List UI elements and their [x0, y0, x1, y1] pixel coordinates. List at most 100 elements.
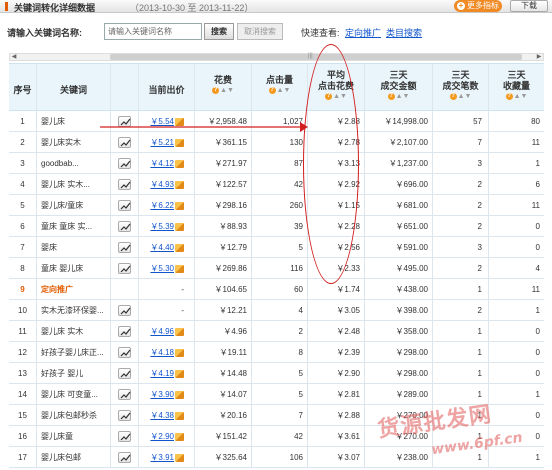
- 3day-favorites: 1: [535, 390, 540, 399]
- trend-chart-icon[interactable]: [118, 431, 131, 442]
- trend-chart-icon[interactable]: [118, 410, 131, 421]
- col-keyword: 关键词: [37, 64, 111, 110]
- row-number: 7: [9, 237, 37, 257]
- scroll-left-icon[interactable]: ◀: [10, 54, 18, 60]
- 3day-count: 1: [433, 342, 489, 362]
- trend-chart-icon[interactable]: [118, 179, 131, 190]
- edit-bid-icon[interactable]: [175, 348, 184, 357]
- bid-value[interactable]: ￥4.38: [150, 411, 174, 420]
- edit-bid-icon[interactable]: [175, 390, 184, 399]
- col-no: 序号: [9, 64, 37, 110]
- quick-link-category[interactable]: 类目搜索: [386, 26, 422, 39]
- sort-icons[interactable]: ? ▲▼: [252, 87, 307, 94]
- bid-value[interactable]: ￥4.93: [150, 180, 174, 189]
- trend-cell: [111, 342, 139, 362]
- bid-cell: ￥4.96: [139, 321, 195, 341]
- row-number: 4: [9, 174, 37, 194]
- bid-value[interactable]: ￥3.90: [150, 390, 174, 399]
- table-row: 6 童床 童床 实... ￥5.39 ￥88.93 39 ￥2.28 ￥651.00 2 0: [9, 216, 544, 237]
- plus-icon: +: [457, 1, 465, 10]
- edit-bid-icon[interactable]: [175, 222, 184, 231]
- trend-chart-icon[interactable]: [118, 389, 131, 400]
- edit-bid-icon[interactable]: [175, 432, 184, 441]
- 3day-count: 3: [433, 153, 489, 173]
- help-icon: ?: [268, 87, 276, 94]
- trend-chart-icon[interactable]: [118, 242, 131, 253]
- cost: ￥88.93: [195, 216, 252, 236]
- bid-value[interactable]: ￥4.96: [150, 327, 174, 336]
- page: 关键词转化详细数据 （2013-10-30 至 2013-11-22） + 更多…: [0, 0, 552, 470]
- edit-bid-icon[interactable]: [175, 453, 184, 462]
- scrollbar-grip: |||: [308, 53, 313, 59]
- bid-value[interactable]: ￥6.22: [150, 201, 174, 210]
- trend-chart-icon[interactable]: [118, 221, 131, 232]
- bid-cell: ￥4.93: [139, 174, 195, 194]
- bid-cell: ￥3.91: [139, 447, 195, 467]
- 3day-count: 2: [433, 174, 489, 194]
- sort-icons[interactable]: ? ▲▼: [433, 93, 488, 100]
- bid-value[interactable]: ￥2.90: [150, 432, 174, 441]
- col-3day-favorites[interactable]: 三天 收藏量 ? ▲▼: [489, 64, 544, 110]
- bid-value[interactable]: ￥4.19: [150, 369, 174, 378]
- search-button[interactable]: 搜索: [204, 23, 234, 40]
- edit-bid-icon[interactable]: [175, 411, 184, 420]
- cancel-search-button[interactable]: 取消搜索: [237, 23, 283, 40]
- trend-chart-icon[interactable]: [118, 452, 131, 463]
- trend-chart-icon[interactable]: [118, 263, 131, 274]
- clicks: 39: [252, 216, 308, 236]
- edit-bid-icon[interactable]: [175, 201, 184, 210]
- more-metrics-label: 更多指标: [467, 1, 499, 10]
- sort-icons[interactable]: ? ▲▼: [195, 87, 251, 94]
- trend-chart-icon[interactable]: [118, 158, 131, 169]
- bid-value[interactable]: ￥5.39: [150, 222, 174, 231]
- cost: ￥12.79: [195, 237, 252, 257]
- 3day-count: 2: [433, 195, 489, 215]
- bid-value[interactable]: ￥4.12: [150, 159, 174, 168]
- 3day-favorites: 4: [535, 264, 540, 273]
- clicks: 4: [252, 300, 308, 320]
- bid-value[interactable]: ￥4.18: [150, 348, 174, 357]
- more-metrics-button[interactable]: + 更多指标: [454, 0, 502, 12]
- sort-icons[interactable]: ? ▲▼: [489, 93, 544, 100]
- 3day-amount: ￥358.00: [365, 321, 433, 341]
- quick-link-targeted[interactable]: 定向推广: [345, 26, 381, 39]
- sort-asc-icon: ▲: [276, 87, 284, 94]
- bid-value[interactable]: ￥5.30: [150, 264, 174, 273]
- col-3day-count[interactable]: 三天 成交笔数 ? ▲▼: [433, 64, 489, 110]
- bid-cell: ￥5.39: [139, 216, 195, 236]
- bid-value[interactable]: ￥5.21: [150, 138, 174, 147]
- clicks: 106: [252, 447, 308, 467]
- trend-chart-icon[interactable]: [118, 200, 131, 211]
- 3day-favorites: 11: [531, 201, 540, 210]
- col-clicks[interactable]: 点击量 ? ▲▼: [252, 64, 308, 110]
- download-button[interactable]: 下载: [510, 0, 548, 12]
- avg-cpc: ￥3.05: [308, 300, 365, 320]
- col-3day-amount[interactable]: 三天 成交金额 ? ▲▼: [365, 64, 433, 110]
- 3day-count: 1: [433, 279, 489, 299]
- table-row: 11 婴儿床 实木 ￥4.96 ￥4.96 2 ￥2.48 ￥358.00 1 0: [9, 321, 544, 342]
- trend-chart-icon[interactable]: [118, 347, 131, 358]
- table-row: 3 goodbab... ￥4.12 ￥271.97 87 ￥3.13 ￥1,237.00 3…: [9, 153, 544, 174]
- edit-bid-icon[interactable]: [175, 369, 184, 378]
- trend-chart-icon[interactable]: [118, 368, 131, 379]
- edit-bid-icon[interactable]: [175, 138, 184, 147]
- col-cost[interactable]: 花费 ? ▲▼: [195, 64, 252, 110]
- edit-bid-icon[interactable]: [175, 159, 184, 168]
- scroll-right-icon[interactable]: ▶: [535, 54, 543, 60]
- edit-bid-icon[interactable]: [175, 243, 184, 252]
- trend-chart-icon[interactable]: [118, 326, 131, 337]
- keyword-search-input[interactable]: [104, 23, 202, 40]
- horizontal-scrollbar[interactable]: ◀ ||| ▶: [9, 53, 544, 61]
- sort-desc-icon: ▼: [464, 93, 472, 100]
- table-row: 10 实木无漆环保婴... - ￥12.21 4 ￥3.05 ￥398.00 2 1: [9, 300, 544, 321]
- sort-asc-icon: ▲: [513, 93, 521, 100]
- edit-bid-icon[interactable]: [175, 180, 184, 189]
- trend-chart-icon[interactable]: [118, 305, 131, 316]
- bid-value[interactable]: ￥3.91: [150, 453, 174, 462]
- avg-cpc: ￥2.81: [308, 384, 365, 404]
- edit-bid-icon[interactable]: [175, 264, 184, 273]
- 3day-amount: ￥289.00: [365, 384, 433, 404]
- edit-bid-icon[interactable]: [175, 327, 184, 336]
- bid-value[interactable]: ￥4.40: [150, 243, 174, 252]
- sort-icons[interactable]: ? ▲▼: [365, 93, 432, 100]
